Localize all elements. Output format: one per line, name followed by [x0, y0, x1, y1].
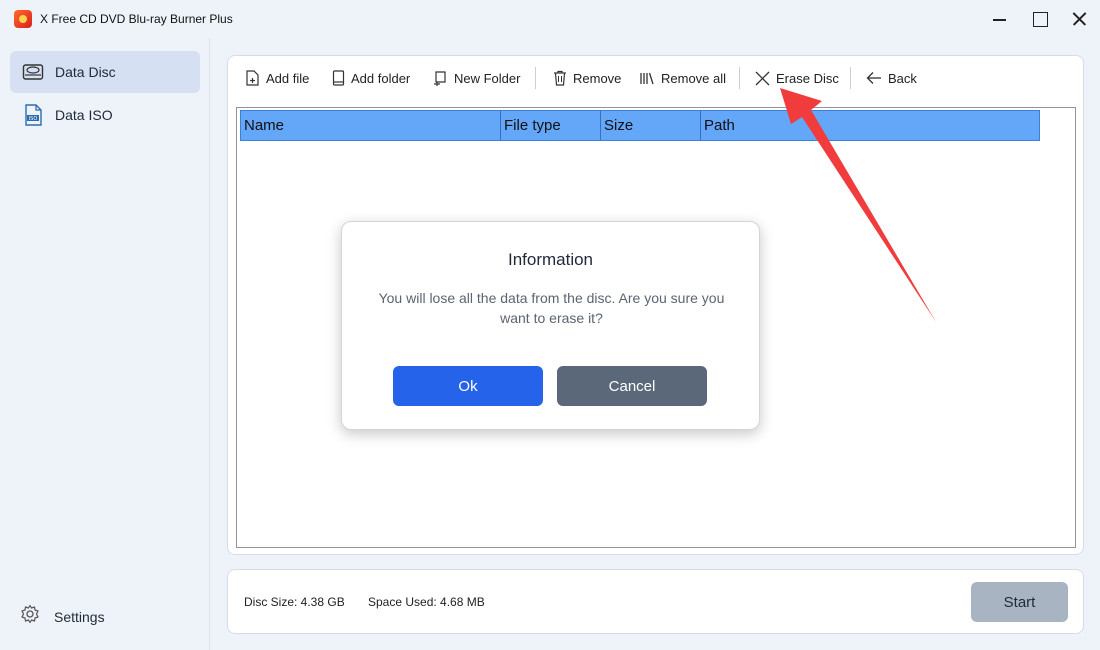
iso-file-icon: ISO — [21, 103, 45, 127]
add-file-button[interactable]: Add file — [245, 68, 309, 88]
sidebar-item-data-disc[interactable]: Data Disc — [10, 51, 200, 93]
remove-button[interactable]: Remove — [553, 68, 621, 88]
add-folder-button[interactable]: Add folder — [332, 68, 410, 88]
column-header-size[interactable]: Size — [601, 111, 701, 140]
table-header: Name File type Size Path — [240, 110, 1040, 141]
add-folder-icon — [332, 70, 345, 86]
remove-all-icon — [640, 72, 654, 85]
column-header-file-type[interactable]: File type — [501, 111, 601, 140]
toolbar-divider — [739, 67, 740, 89]
dialog-title: Information — [507, 250, 594, 269]
cancel-button[interactable]: Cancel — [557, 366, 707, 406]
dialog-message: You will lose all the data from the disc… — [378, 290, 725, 326]
remove-all-button[interactable]: Remove all — [639, 68, 726, 88]
status-bar: Disc Size: 4.38 GB Space Used: 4.68 MB S… — [227, 569, 1084, 634]
disc-drive-icon — [21, 60, 45, 84]
title-bar: X Free CD DVD Blu-ray Burner Plus — [0, 0, 1100, 38]
back-button[interactable]: Back — [866, 68, 917, 88]
toolbar-divider — [850, 67, 851, 89]
app-title: X Free CD DVD Blu-ray Burner Plus — [40, 12, 233, 26]
maximize-button[interactable] — [1028, 8, 1052, 30]
sidebar-item-settings[interactable]: Settings — [20, 604, 105, 629]
sidebar: Data Disc ISO Data ISO Settings — [0, 38, 210, 650]
start-button[interactable]: Start — [971, 582, 1068, 622]
new-folder-icon — [434, 71, 446, 86]
minimize-button[interactable] — [988, 8, 1012, 30]
add-file-icon — [246, 70, 259, 86]
column-header-path[interactable]: Path — [701, 111, 1039, 140]
new-folder-button[interactable]: New Folder — [433, 68, 520, 88]
toolbar: Add file Add folder New Folder Remove Re… — [228, 56, 1083, 100]
close-button[interactable] — [1068, 8, 1092, 30]
arrow-left-icon — [866, 72, 881, 84]
sidebar-item-data-iso[interactable]: ISO Data ISO — [10, 94, 200, 136]
svg-text:ISO: ISO — [29, 116, 38, 122]
erase-disc-button[interactable]: Erase Disc — [755, 68, 839, 88]
settings-label: Settings — [54, 608, 105, 625]
information-dialog: Information You will lose all the data f… — [341, 221, 760, 430]
toolbar-divider — [535, 67, 536, 89]
sidebar-item-label: Data Disc — [55, 64, 116, 80]
sidebar-item-label: Data ISO — [55, 107, 113, 123]
close-x-icon — [755, 71, 770, 85]
column-header-name[interactable]: Name — [241, 111, 501, 140]
space-used-label: Space Used: 4.68 MB — [368, 595, 485, 609]
disc-size-label: Disc Size: 4.38 GB — [244, 595, 345, 609]
ok-button[interactable]: Ok — [393, 366, 543, 406]
gear-icon — [20, 604, 40, 629]
app-logo-icon — [14, 10, 32, 28]
trash-icon — [554, 70, 566, 86]
